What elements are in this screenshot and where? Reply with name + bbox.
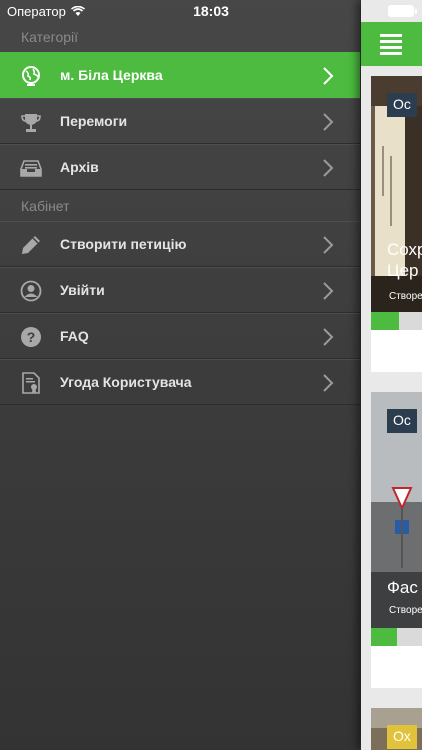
status-bar: Оператор 18:03 [0, 0, 422, 22]
menu-item-bila-tserkva[interactable]: м. Біла Церква [0, 52, 360, 98]
chevron-right-icon [323, 374, 334, 392]
signature-progress-bar [371, 628, 422, 646]
category-badge: Ох [387, 725, 417, 749]
petition-title-line: Сохр [387, 240, 422, 259]
top-nav-bar [361, 22, 422, 66]
chevron-right-icon [323, 328, 334, 346]
menu-item-arkhiv[interactable]: Архів [0, 144, 360, 190]
document-icon [22, 372, 40, 394]
petition-card[interactable]: Ох [371, 708, 422, 750]
chevron-right-icon [323, 113, 334, 131]
menu-item-faq[interactable]: ? FAQ [0, 313, 360, 359]
progress-fill [371, 628, 397, 646]
menu-item-label: Архів [60, 159, 99, 175]
svg-text:?: ? [27, 329, 36, 345]
category-badge: Ос [387, 409, 417, 433]
menu-item-label: FAQ [60, 328, 89, 344]
chevron-right-icon [323, 67, 334, 85]
petition-card[interactable]: Ос Сохр Цер Створе [371, 76, 422, 372]
menu-item-login[interactable]: Увійти [0, 267, 360, 313]
question-icon: ? [21, 327, 41, 347]
archive-tray-icon [20, 160, 42, 177]
menu-item-user-agreement[interactable]: Угода Користувача [0, 359, 360, 405]
category-badge: Ос [387, 93, 417, 117]
menu-item-peremohy[interactable]: Перемоги [0, 98, 360, 144]
signature-progress-bar [371, 312, 422, 330]
main-content-panel[interactable]: Ос Сохр Цер Створе Ос Фас Створе Ох [361, 0, 422, 750]
section-title-cabinet: Кабінет [21, 198, 70, 214]
petition-title-line: Фас [387, 578, 418, 597]
pencil-icon [22, 236, 40, 254]
menu-item-label: Увійти [60, 282, 105, 298]
globe-icon [22, 66, 40, 86]
menu-item-label: Перемоги [60, 113, 128, 129]
menu-item-label: м. Біла Церква [60, 67, 163, 83]
chevron-right-icon [323, 282, 334, 300]
menu-item-create-petition[interactable]: Створити петицію [0, 221, 360, 267]
petition-created-label: Створе [389, 605, 422, 616]
section-title-categories: Категорії [21, 29, 79, 45]
petition-card[interactable]: Ос Фас Створе [371, 392, 422, 688]
clock: 18:03 [193, 3, 229, 19]
side-menu: Категорії м. Біла Церква Перемоги Архів … [0, 0, 360, 750]
trophy-icon [21, 114, 41, 132]
user-icon [20, 280, 42, 302]
petition-created-label: Створе [389, 291, 422, 302]
chevron-right-icon [323, 159, 334, 177]
menu-item-label: Угода Користувача [60, 374, 192, 390]
menu-item-label: Створити петицію [60, 236, 187, 252]
hamburger-menu-icon[interactable] [380, 34, 402, 55]
chevron-right-icon [323, 236, 334, 254]
battery-icon [388, 5, 417, 17]
progress-fill [371, 312, 400, 330]
petition-title-line: Цер [387, 261, 419, 280]
